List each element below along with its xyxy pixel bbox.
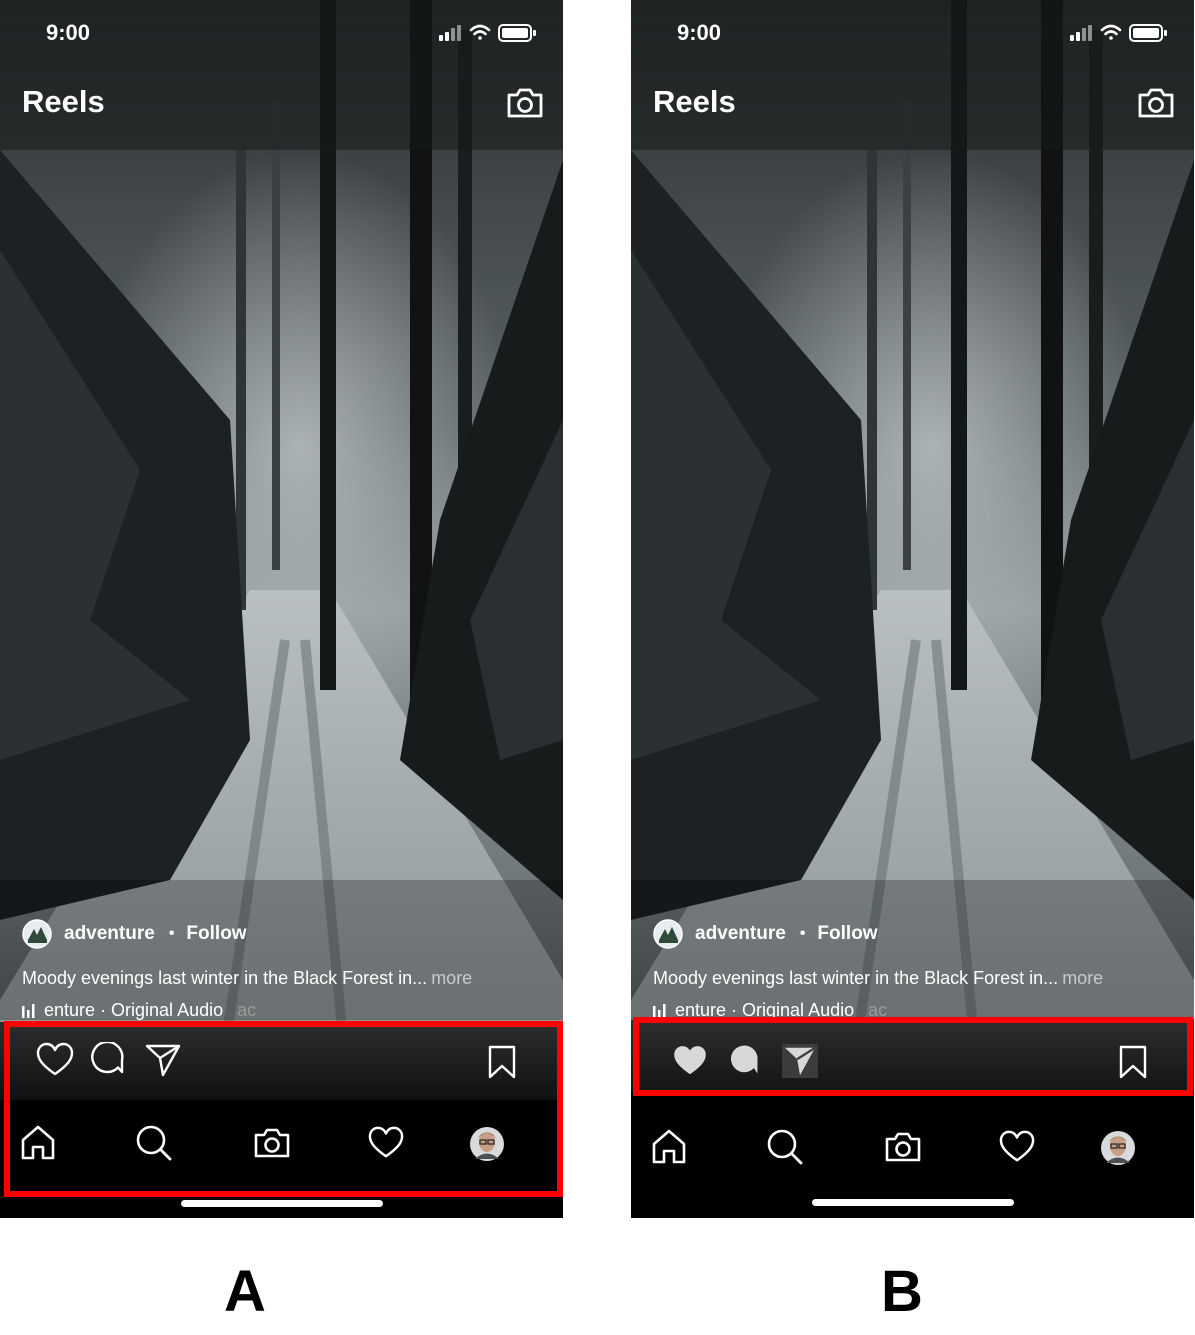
separator-dot: • [168,925,175,942]
audio-label: enture · Original Audio [44,1000,224,1020]
author-name[interactable]: adventure [64,923,155,945]
camera-icon[interactable] [884,1130,922,1164]
caption-text: Moody evenings last winter in the Black … [22,968,428,988]
status-time: 9:00 [46,20,91,45]
home-indicator[interactable] [181,1200,383,1207]
wifi-icon [1100,24,1122,40]
cellular-signal-icon [1070,25,1092,41]
battery-icon [1129,24,1167,42]
status-icons [439,24,536,42]
highlight-box-b [633,1017,1193,1096]
caption: Moody evenings last winter in the Black … [22,968,472,989]
author-row: adventure • Follow [653,918,878,950]
panel-label-a: A [224,1259,266,1324]
author-name[interactable]: adventure [695,923,786,945]
caption: Moody evenings last winter in the Black … [653,968,1103,989]
separator-dot: • [799,925,806,942]
camera-icon[interactable] [506,86,544,120]
page-title: Reels [22,84,105,119]
wifi-icon [469,24,491,40]
more-link[interactable]: more [1062,968,1103,988]
panel-label-b: B [881,1259,923,1324]
follow-button[interactable]: Follow [186,923,246,945]
page-title: Reels [653,84,736,119]
caption-text: Moody evenings last winter in the Black … [653,968,1059,988]
camera-icon[interactable] [1137,86,1175,120]
heart-icon[interactable] [998,1130,1036,1164]
status-icons [1070,24,1167,42]
author-avatar[interactable] [653,919,683,949]
home-indicator[interactable] [812,1199,1014,1206]
home-icon[interactable] [651,1128,687,1164]
highlight-box-a [4,1021,563,1197]
status-time: 9:00 [677,20,722,45]
more-link[interactable]: more [431,968,472,988]
audio-bars-icon [653,1003,666,1018]
battery-icon [498,24,536,42]
follow-button[interactable]: Follow [817,923,877,945]
author-row: adventure • Follow [22,918,247,950]
audio-label-overflow: ac [237,1000,257,1020]
audio-row[interactable]: enture · Original Audio ac [22,1000,256,1021]
cellular-signal-icon [439,25,461,41]
search-icon[interactable] [766,1128,804,1166]
audio-bars-icon [22,1003,35,1018]
author-avatar[interactable] [22,919,52,949]
profile-avatar[interactable] [1100,1130,1136,1166]
